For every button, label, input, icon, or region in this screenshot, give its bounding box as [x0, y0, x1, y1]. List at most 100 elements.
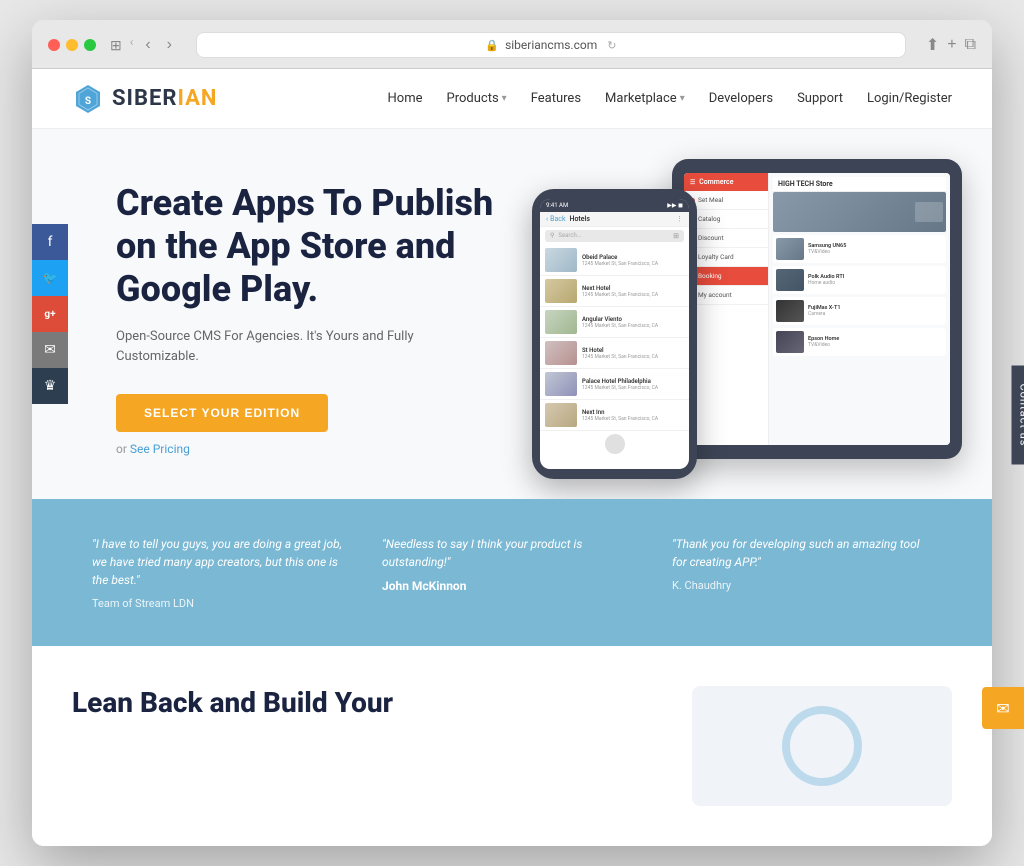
nav-marketplace[interactable]: Marketplace ▾ — [605, 91, 685, 106]
pricing-link-container: or See Pricing — [116, 442, 496, 456]
share-button[interactable]: ⬆ — [926, 35, 939, 55]
tabs-button[interactable]: ⧉ — [965, 36, 976, 54]
maximize-button[interactable] — [84, 39, 96, 51]
tablet-product-item[interactable]: Samsung UN65 TV&Video — [773, 235, 946, 263]
tablet-product-item[interactable]: Polk Audio RTI Home audio — [773, 266, 946, 294]
back-button[interactable]: ‹ — [141, 34, 154, 56]
phone-nav-bar: ‹ Back Hotels ⋮ — [540, 212, 689, 227]
product-info: Epson Home TV&Video — [808, 336, 943, 348]
new-tab-button[interactable]: + — [947, 36, 956, 54]
envelope-icon: ✉ — [44, 342, 56, 358]
google-plus-icon: g+ — [44, 309, 55, 320]
bottom-graphic — [692, 686, 952, 806]
nav-login[interactable]: Login/Register — [867, 91, 952, 106]
product-info: Samsung UN65 TV&Video — [808, 243, 943, 255]
browser-chrome: ⊞ ‹ ‹ › 🔒 siberiancms.com ↻ ⬆ + ⧉ — [32, 20, 992, 69]
phone-nav-title: Hotels — [570, 215, 590, 223]
phone-screen: 9:41 AM ▶▶ ◼ ‹ Back Hotels ⋮ ⚲ — [540, 199, 689, 469]
nav-home[interactable]: Home — [388, 91, 423, 106]
bottom-section: Lean Back and Build Your — [32, 646, 992, 846]
site-header: S SIBERIAN Home Products ▾ Features — [32, 69, 992, 129]
social-email-button[interactable]: ✉ — [32, 332, 68, 368]
blue-circle-graphic — [782, 706, 862, 786]
see-pricing-link[interactable]: See Pricing — [130, 442, 190, 456]
product-image — [776, 331, 804, 353]
marketplace-dropdown-arrow: ▾ — [680, 93, 685, 104]
phone-mockup: 9:41 AM ▶▶ ◼ ‹ Back Hotels ⋮ ⚲ — [532, 189, 697, 479]
bottom-title: Lean Back and Build Your — [72, 686, 652, 720]
phone-hotel-item[interactable]: Palace Hotel Philadelphia 1245 Market St… — [540, 369, 689, 400]
product-info: Polk Audio RTI Home audio — [808, 274, 943, 286]
sidebar-toggle-button[interactable]: ⊞ — [104, 35, 128, 56]
contact-email-button[interactable]: ✉ — [982, 687, 1024, 729]
phone-back-button[interactable]: ‹ Back — [546, 215, 566, 223]
device-mockups: ☰ Commerce Set Meal Catalog — [532, 149, 962, 489]
testimonial-author: K. Chaudhry — [672, 579, 932, 592]
select-edition-button[interactable]: SELECT YOUR EDITION — [116, 394, 328, 432]
testimonial-text: "Thank you for developing such an amazin… — [672, 535, 932, 571]
nav-developers[interactable]: Developers — [709, 91, 773, 106]
testimonial-text: "I have to tell you guys, you are doing … — [92, 535, 352, 589]
hotel-info: Obeid Palace 1245 Market St, San Francis… — [582, 254, 658, 267]
phone-hotel-item[interactable]: Next Inn 1245 Market St, San Francisco, … — [540, 400, 689, 431]
testimonial-2: "Needless to say I think your product is… — [382, 535, 642, 610]
svg-text:S: S — [85, 96, 91, 107]
hero-subtitle: Open-Source CMS For Agencies. It's Yours… — [116, 327, 496, 366]
testimonial-1: "I have to tell you guys, you are doing … — [92, 535, 352, 610]
tablet-screen: ☰ Commerce Set Meal Catalog — [684, 173, 950, 445]
bottom-text: Lean Back and Build Your — [72, 686, 652, 806]
social-facebook-button[interactable]: f — [32, 224, 68, 260]
phone-hotel-item[interactable]: Next Hotel 1245 Market St, San Francisco… — [540, 276, 689, 307]
url-text: siberiancms.com — [505, 38, 597, 52]
phone-home-button[interactable] — [605, 434, 625, 454]
tablet-product-item[interactable]: Epson Home TV&Video — [773, 328, 946, 356]
main-nav: Home Products ▾ Features Marketplace ▾ D… — [388, 91, 952, 106]
traffic-lights — [48, 39, 96, 51]
testimonial-3: "Thank you for developing such an amazin… — [672, 535, 932, 610]
lock-icon: 🔒 — [485, 39, 499, 52]
hotel-image — [545, 310, 577, 334]
phone-hotel-item[interactable]: St Hotel 1245 Market St, San Francisco, … — [540, 338, 689, 369]
product-image — [776, 269, 804, 291]
phone-hotel-item[interactable]: Obeid Palace 1245 Market St, San Francis… — [540, 245, 689, 276]
social-google-button[interactable]: g+ — [32, 296, 68, 332]
hotel-image — [545, 248, 577, 272]
social-crown-button[interactable]: ♛ — [32, 368, 68, 404]
forward-button[interactable]: › — [163, 34, 176, 56]
products-dropdown-arrow: ▾ — [502, 93, 507, 104]
logo[interactable]: S SIBERIAN — [72, 83, 217, 115]
hotel-image — [545, 403, 577, 427]
hotel-image — [545, 341, 577, 365]
search-icon: ⚲ — [550, 232, 554, 240]
social-twitter-button[interactable]: 🐦 — [32, 260, 68, 296]
phone-hotel-list: Obeid Palace 1245 Market St, San Francis… — [540, 245, 689, 431]
product-image — [776, 300, 804, 322]
address-bar[interactable]: 🔒 siberiancms.com ↻ — [196, 32, 906, 58]
refresh-icon[interactable]: ↻ — [607, 39, 616, 52]
social-sidebar: f 🐦 g+ ✉ ♛ — [32, 224, 68, 404]
phone-search-placeholder: Search... — [558, 232, 581, 240]
crown-icon: ♛ — [44, 378, 57, 394]
hero-section: f 🐦 g+ ✉ ♛ Create Apps To Publish on the… — [32, 129, 992, 499]
close-button[interactable] — [48, 39, 60, 51]
tablet-product-item[interactable]: FujiMax X-T1 Camera — [773, 297, 946, 325]
phone-hotel-item[interactable]: Angular Viento 1245 Market St, San Franc… — [540, 307, 689, 338]
filter-icon: ⊞ — [673, 232, 679, 240]
nav-support[interactable]: Support — [797, 91, 843, 106]
minimize-button[interactable] — [66, 39, 78, 51]
phone-status-bar: 9:41 AM ▶▶ ◼ — [540, 199, 689, 212]
nav-products[interactable]: Products ▾ — [447, 91, 507, 106]
hotel-info: Next Inn 1245 Market St, San Francisco, … — [582, 409, 658, 422]
phone-search-bar[interactable]: ⚲ Search... ⊞ — [545, 230, 684, 242]
testimonial-text: "Needless to say I think your product is… — [382, 535, 642, 571]
hotel-info: Next Hotel 1245 Market St, San Francisco… — [582, 285, 658, 298]
nav-features[interactable]: Features — [531, 91, 581, 106]
testimonial-author: Team of Stream LDN — [92, 597, 352, 610]
email-icon: ✉ — [996, 699, 1009, 718]
testimonial-author: John McKinnon — [382, 579, 642, 593]
hotel-info: Palace Hotel Philadelphia 1245 Market St… — [582, 378, 658, 391]
phone-menu-icon[interactable]: ⋮ — [676, 215, 683, 223]
hero-title: Create Apps To Publish on the App Store … — [116, 182, 496, 312]
tablet-commerce-header: ☰ Commerce — [684, 173, 768, 191]
contact-tab[interactable]: Contact us — [1012, 365, 1024, 464]
